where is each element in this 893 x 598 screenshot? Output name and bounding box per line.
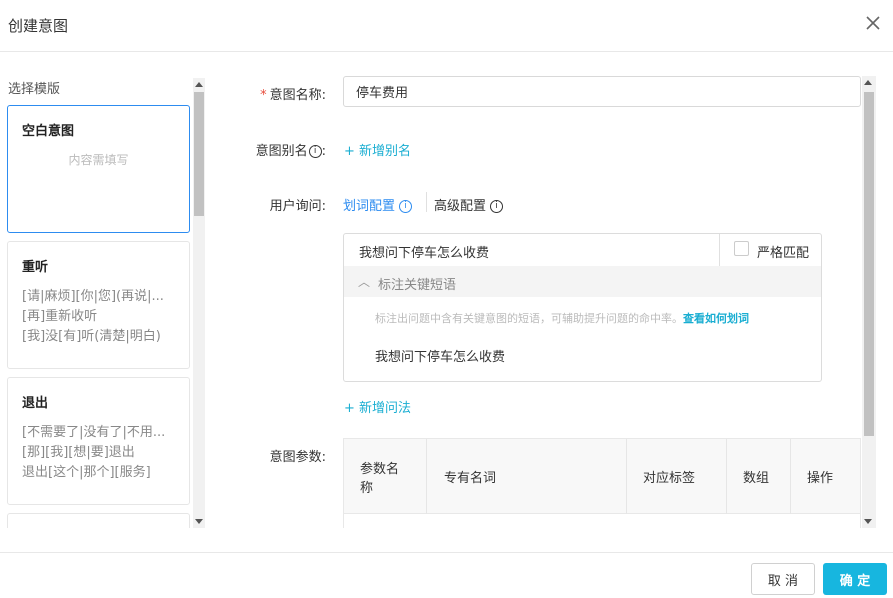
intent-name-label: * 意图名称: — [260, 88, 326, 103]
create-intent-dialog: 创建意图 选择模版 空白意图 内容需填写 重听 [请|麻烦][你|您](再说|.… — [0, 0, 893, 598]
user-query-label: 用户询问: — [269, 199, 326, 214]
template-card-line: 退出[这个|那个][服务] — [22, 465, 151, 480]
close-icon[interactable] — [863, 13, 883, 33]
template-scrollbar[interactable] — [193, 78, 205, 528]
dialog-title: 创建意图 — [8, 17, 69, 35]
keyword-sample-text[interactable]: 我想问下停车怎么收费 — [375, 346, 505, 365]
template-card-title: 空白意图 — [22, 124, 75, 139]
strict-match-label[interactable]: 严格匹配 — [757, 242, 809, 261]
template-card-empty: 内容需填写 — [68, 153, 129, 167]
intent-name-input[interactable] — [343, 76, 861, 107]
scroll-down-icon[interactable] — [864, 519, 872, 524]
template-card-line: [不需要了|没有了|不用... — [22, 425, 166, 440]
form-scrollbar[interactable] — [862, 76, 876, 528]
template-card-line: [再]重新收听 — [22, 309, 98, 324]
template-list[interactable]: 空白意图 内容需填写 重听 [请|麻烦][你|您](再说|... [再]重新收听… — [0, 100, 206, 528]
scroll-up-icon[interactable] — [864, 80, 872, 85]
template-card-blank[interactable]: 空白意图 内容需填写 — [7, 105, 190, 233]
intent-params-label: 意图参数: — [269, 450, 326, 465]
query-box: 我想问下停车怎么收费 严格匹配 ︿ 标注关键短语 标注出问题中含有关键意图的短语… — [343, 233, 822, 382]
column-header-actions: 操作 — [807, 471, 834, 486]
params-table: 参数名称 专有名词 对应标签 数组 操作 — [343, 438, 861, 528]
template-card-line: [那][我][想|要]退出 — [22, 445, 135, 460]
column-header-proper-noun: 专有名词 — [427, 439, 627, 514]
tab-divider — [426, 192, 427, 212]
required-marker: * — [260, 88, 267, 103]
template-section-label: 选择模版 — [8, 82, 61, 97]
info-icon: i — [308, 145, 322, 158]
how-to-mark-link[interactable]: 查看如何划词 — [683, 312, 749, 325]
template-card-repeat[interactable]: 重听 [请|麻烦][你|您](再说|... [再]重新收听 [我]没[有]听(清… — [7, 241, 190, 369]
tab-word-config[interactable]: 划词配置 i — [343, 195, 413, 214]
keyword-hint: 标注出问题中含有关键意图的短语，可辅助提升问题的命中率。查看如何划词 — [375, 312, 749, 325]
cancel-button[interactable]: 取 消 — [751, 563, 815, 595]
template-card-title: 重听 — [22, 260, 49, 275]
scroll-up-icon[interactable] — [195, 82, 203, 87]
column-header-label: 对应标签 — [627, 439, 727, 514]
info-icon: i — [399, 200, 413, 213]
query-divider — [719, 234, 720, 266]
template-card-exit[interactable]: 退出 [不需要了|没有了|不用... [那][我][想|要]退出 退出[这个|那… — [7, 377, 190, 505]
scroll-down-icon[interactable] — [195, 519, 203, 524]
form-scroll-thumb[interactable] — [864, 92, 874, 436]
template-card-title: 退出 — [22, 396, 49, 411]
query-text[interactable]: 我想问下停车怎么收费 — [359, 242, 489, 261]
params-table-header: 参数名称 专有名词 对应标签 数组 操作 — [344, 439, 860, 514]
add-alias-link[interactable]: + 新增别名 — [344, 140, 411, 159]
template-card-line: [我]没[有]听(清楚|明白) — [22, 329, 161, 344]
intent-alias-label: 意图别名 i: — [255, 144, 326, 159]
info-icon: i — [490, 200, 504, 213]
tab-advanced-config[interactable]: 高级配置 i — [434, 195, 504, 214]
chevron-up-icon: ︿ — [358, 275, 371, 289]
column-header-param-name: 参数名称 — [344, 439, 427, 514]
keyword-toggle-label: 标注关键短语 — [378, 278, 457, 293]
strict-match-checkbox[interactable] — [734, 241, 749, 256]
keyword-toggle[interactable]: ︿ 标注关键短语 — [344, 266, 821, 297]
confirm-button[interactable]: 确 定 — [823, 563, 887, 595]
template-card-more[interactable] — [7, 513, 190, 528]
template-scroll-thumb[interactable] — [194, 92, 204, 216]
dialog-header: 创建意图 — [0, 0, 893, 52]
template-card-line: [请|麻烦][你|您](再说|... — [22, 289, 164, 304]
add-query-link[interactable]: + 新增问法 — [344, 397, 411, 416]
column-header-array: 数组 — [727, 439, 791, 514]
